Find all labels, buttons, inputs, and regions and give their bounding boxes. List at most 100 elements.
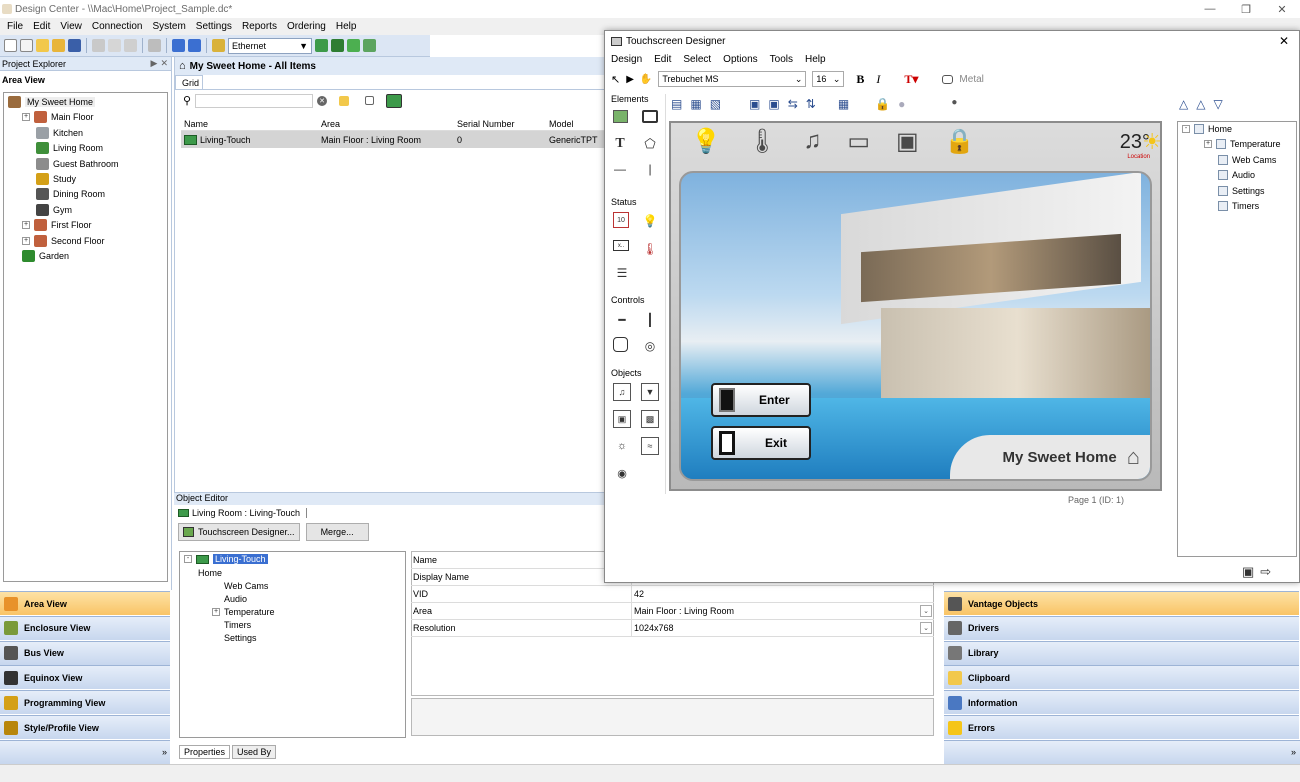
- lighting-icon[interactable]: 💡: [691, 127, 721, 156]
- globe-object-icon[interactable]: ◉: [613, 464, 631, 482]
- object-tree-item[interactable]: Home: [198, 568, 222, 578]
- delete-page-icon[interactable]: ▽: [1213, 97, 1222, 111]
- calendar-icon[interactable]: 10: [613, 212, 629, 228]
- designer-close-icon[interactable]: ✕: [1279, 34, 1289, 48]
- pan-hand-icon[interactable]: ✋: [640, 74, 652, 85]
- shade-object-icon[interactable]: ▼: [641, 383, 659, 401]
- bulb-status-icon[interactable]: 💡: [641, 212, 659, 230]
- window-object-icon[interactable]: ▩: [641, 410, 659, 428]
- space-h-icon[interactable]: ⇆: [788, 97, 798, 111]
- object-tree-item[interactable]: Audio: [224, 594, 247, 604]
- exit-button[interactable]: Exit: [711, 426, 811, 460]
- object-tree-item[interactable]: Web Cams: [224, 581, 268, 591]
- frame-tool-icon[interactable]: [642, 110, 658, 123]
- tree-item[interactable]: + Second Floor: [22, 234, 105, 247]
- font-select[interactable]: Trebuchet MS ⌄: [658, 71, 807, 87]
- clear-search-icon[interactable]: ✕: [317, 95, 328, 106]
- pin-icon[interactable]: ▶: [151, 58, 158, 69]
- align-left-icon[interactable]: ▤: [671, 97, 682, 111]
- tree-item[interactable]: Gym: [36, 203, 72, 216]
- expand-icon[interactable]: +: [1204, 140, 1212, 149]
- redo-icon[interactable]: [188, 39, 201, 52]
- tree-item[interactable]: + Main Floor: [22, 111, 94, 124]
- shape-tool-icon[interactable]: ⬠: [641, 135, 659, 153]
- tree-item[interactable]: Garden: [22, 250, 69, 262]
- climate-icon[interactable]: 🌡: [747, 127, 777, 156]
- nav-drivers[interactable]: Drivers: [944, 615, 1299, 640]
- add-subpage-icon[interactable]: △: [1196, 97, 1205, 111]
- connection-select[interactable]: Ethernet ▼: [228, 37, 312, 54]
- export-icon[interactable]: ⇨: [1260, 564, 1271, 580]
- chevron-down-icon[interactable]: ⌄: [920, 622, 932, 634]
- page-tree-item[interactable]: Audio: [1218, 170, 1255, 181]
- nav-library[interactable]: Library: [944, 640, 1299, 665]
- touchscreen-designer-button[interactable]: Touchscreen Designer...: [178, 523, 300, 541]
- expand-icon[interactable]: +: [22, 221, 30, 230]
- paste-icon[interactable]: [124, 39, 137, 52]
- page-tree-item[interactable]: Timers: [1218, 201, 1259, 211]
- bold-button[interactable]: B: [856, 72, 864, 87]
- music-icon[interactable]: ♫: [803, 127, 821, 156]
- expand-icon[interactable]: +: [22, 236, 30, 245]
- run-icon[interactable]: [363, 39, 376, 52]
- grid-layout-icon[interactable]: ▦: [838, 97, 849, 111]
- designer-menu-edit[interactable]: Edit: [654, 54, 671, 65]
- expand-icon[interactable]: +: [22, 113, 30, 122]
- object-tree-item[interactable]: Timers: [224, 620, 251, 630]
- menu-ordering[interactable]: Ordering: [282, 21, 331, 32]
- space-v-icon[interactable]: ⇅: [806, 97, 816, 111]
- nav-enclosure-view[interactable]: Enclosure View: [0, 615, 170, 640]
- hslider-icon[interactable]: ━: [613, 311, 631, 329]
- menu-reports[interactable]: Reports: [237, 21, 282, 32]
- menu-view[interactable]: View: [55, 21, 87, 32]
- designer-menu-options[interactable]: Options: [723, 54, 757, 65]
- record-icon[interactable]: ●: [951, 97, 957, 111]
- size-select[interactable]: 16 ⌄: [812, 71, 845, 87]
- col-area[interactable]: Area: [318, 119, 454, 129]
- nav-equinox-view[interactable]: Equinox View: [0, 665, 170, 690]
- open-folder-icon[interactable]: [52, 39, 65, 52]
- size-height-icon[interactable]: ▣: [768, 97, 779, 111]
- text-color-icon[interactable]: T▾: [904, 72, 918, 87]
- property-row[interactable]: VID 42: [411, 586, 934, 603]
- grid-tab[interactable]: Grid: [175, 75, 203, 89]
- close-panel-icon[interactable]: ✕: [160, 58, 168, 69]
- menu-system[interactable]: System: [147, 21, 190, 32]
- tree-item[interactable]: My Sweet Home: [8, 96, 96, 108]
- camera-object-icon[interactable]: ▣: [613, 410, 631, 428]
- add-page-icon[interactable]: △: [1179, 97, 1188, 111]
- download-icon[interactable]: [315, 39, 328, 52]
- lock-icon[interactable]: 🔒: [875, 97, 890, 111]
- object-editor-tab[interactable]: Living Room : Living-Touch: [178, 508, 308, 518]
- touchscreen-canvas[interactable]: 💡 🌡 ♫ ▭ ▣ 🔒 23° ☀ Location Enter Exit My…: [669, 121, 1162, 491]
- enter-button[interactable]: Enter: [711, 383, 811, 417]
- list-status-icon[interactable]: ☰: [613, 264, 631, 282]
- size-width-icon[interactable]: ▣: [749, 97, 760, 111]
- image-tool-icon[interactable]: [613, 110, 628, 123]
- blank-filter-icon[interactable]: [365, 96, 375, 105]
- close-icon[interactable]: ✕: [1264, 0, 1300, 18]
- object-tree-item[interactable]: + Temperature: [212, 607, 275, 617]
- collapse-icon[interactable]: -: [184, 555, 192, 563]
- designer-menu-help[interactable]: Help: [805, 54, 826, 65]
- new-project-icon[interactable]: [20, 39, 33, 52]
- copy-icon[interactable]: [108, 39, 121, 52]
- security-camera-icon[interactable]: ▣: [896, 127, 919, 156]
- page-tree-item[interactable]: - Home: [1182, 124, 1232, 134]
- tree-item[interactable]: + First Floor: [22, 219, 92, 232]
- chart-object-icon[interactable]: ≈: [641, 437, 659, 455]
- col-model[interactable]: Model: [546, 119, 574, 129]
- align-center-icon[interactable]: ▦: [690, 97, 701, 111]
- button-control-icon[interactable]: [613, 337, 628, 352]
- connect-icon[interactable]: [212, 39, 225, 52]
- search-input[interactable]: [195, 93, 314, 108]
- designer-menu-tools[interactable]: Tools: [770, 54, 793, 65]
- menu-file[interactable]: File: [2, 21, 28, 32]
- audio-object-icon[interactable]: ♫: [613, 383, 631, 401]
- tree-item[interactable]: Kitchen: [36, 126, 83, 139]
- delete-icon[interactable]: [148, 39, 161, 52]
- device-filter-icon[interactable]: [386, 93, 403, 108]
- nav-bus-view[interactable]: Bus View: [0, 640, 170, 665]
- object-tree-item[interactable]: Settings: [224, 633, 257, 643]
- tab-used-by[interactable]: Used By: [232, 745, 277, 759]
